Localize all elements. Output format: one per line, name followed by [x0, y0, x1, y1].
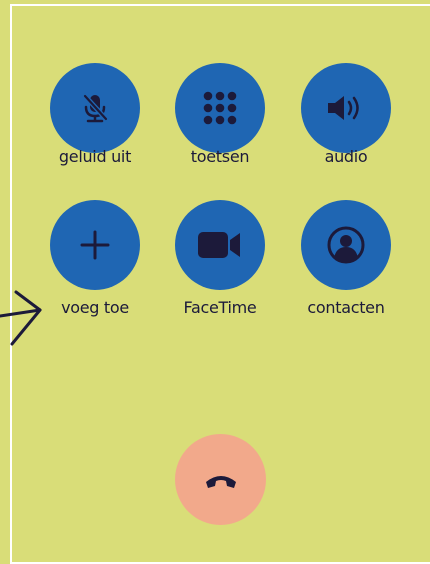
mic-muted-icon — [82, 93, 109, 123]
add-call-button[interactable] — [50, 200, 140, 290]
keypad-label: toetsen — [190, 147, 250, 166]
facetime-button[interactable] — [175, 200, 265, 290]
speaker-icon — [328, 96, 359, 120]
mute-button[interactable] — [50, 63, 140, 153]
keypad-button[interactable] — [175, 63, 265, 153]
contacts-label: contacten — [307, 298, 385, 317]
keypad-icon — [203, 91, 237, 125]
contact-icon — [327, 226, 365, 264]
facetime-label: FaceTime — [183, 298, 257, 317]
end-call-icon — [205, 475, 236, 488]
end-call-button[interactable] — [175, 434, 266, 525]
video-camera-icon — [198, 232, 240, 258]
plus-icon — [80, 230, 110, 260]
contacts-button[interactable] — [301, 200, 391, 290]
audio-label: audio — [324, 147, 368, 166]
pointer-arrow-icon — [0, 290, 42, 346]
add-call-label: voeg toe — [61, 298, 129, 317]
mute-label: geluid uit — [58, 147, 132, 166]
audio-button[interactable] — [301, 63, 391, 153]
